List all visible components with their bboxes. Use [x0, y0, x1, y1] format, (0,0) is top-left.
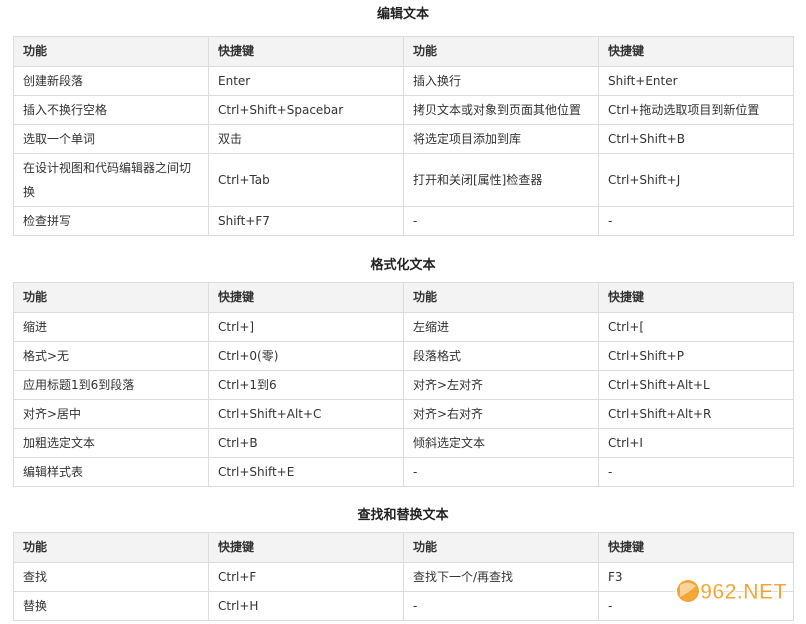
table-cell: Ctrl+Shift+Alt+R — [598, 399, 794, 429]
table-cell: - — [403, 457, 599, 487]
table-cell: 倾斜选定文本 — [403, 428, 599, 458]
table-cell: Ctrl+] — [208, 312, 404, 342]
table-cell: - — [598, 591, 794, 621]
header-shortcut: 快捷键 — [598, 282, 794, 313]
table-cell: 打开和关闭[属性]检查器 — [403, 153, 599, 207]
table-cell: 在设计视图和代码编辑器之间切换 — [13, 153, 209, 207]
table-cell: 对齐>右对齐 — [403, 399, 599, 429]
table-cell: 选取一个单词 — [13, 124, 209, 154]
table-cell: 段落格式 — [403, 341, 599, 371]
table-cell: Ctrl+[ — [598, 312, 794, 342]
table-cell: 创建新段落 — [13, 66, 209, 96]
table-cell: Enter — [208, 66, 404, 96]
table-cell: F3 — [598, 562, 794, 592]
section-title-format-text: 格式化文本 — [370, 258, 436, 273]
table-cell: - — [403, 591, 599, 621]
header-function: 功能 — [13, 282, 209, 313]
table-cell: Ctrl+Shift+P — [598, 341, 794, 371]
table-cell: 缩进 — [13, 312, 209, 342]
table-row: 应用标题1到6到段落 Ctrl+1到6 对齐>左对齐 Ctrl+Shift+Al… — [13, 370, 794, 400]
table-cell: Ctrl+Shift+B — [598, 124, 794, 154]
table-row: 格式>无 Ctrl+0(零) 段落格式 Ctrl+Shift+P — [13, 341, 794, 371]
table-cell: 应用标题1到6到段落 — [13, 370, 209, 400]
find-replace-table: 功能 快捷键 功能 快捷键 查找 Ctrl+F 查找下一个/再查找 F3 替换 … — [13, 532, 794, 621]
table-cell: 加粗选定文本 — [13, 428, 209, 458]
table-row: 选取一个单词 双击 将选定项目添加到库 Ctrl+Shift+B — [13, 124, 794, 154]
table-cell: 对齐>左对齐 — [403, 370, 599, 400]
table-row: 加粗选定文本 Ctrl+B 倾斜选定文本 Ctrl+I — [13, 428, 794, 458]
table-cell: Ctrl+Shift+E — [208, 457, 404, 487]
table-cell: Ctrl+B — [208, 428, 404, 458]
table-cell: Ctrl+Shift+Alt+L — [598, 370, 794, 400]
table-cell: - — [598, 206, 794, 236]
header-shortcut: 快捷键 — [208, 282, 404, 313]
section-title-find-replace: 查找和替换文本 — [357, 508, 449, 523]
table-cell: 双击 — [208, 124, 404, 154]
table-cell: - — [403, 206, 599, 236]
table-row: 缩进 Ctrl+] 左缩进 Ctrl+[ — [13, 312, 794, 342]
table-cell: Ctrl+F — [208, 562, 404, 592]
table-cell: 插入换行 — [403, 66, 599, 96]
table-header-row: 功能 快捷键 功能 快捷键 — [13, 282, 794, 313]
table-row: 查找 Ctrl+F 查找下一个/再查找 F3 — [13, 562, 794, 592]
table-cell: 拷贝文本或对象到页面其他位置 — [403, 95, 599, 125]
section-title-edit-text: 编辑文本 — [376, 7, 429, 22]
table-cell: 查找下一个/再查找 — [403, 562, 599, 592]
table-row: 创建新段落 Enter 插入换行 Shift+Enter — [13, 66, 794, 96]
table-header-row: 功能 快捷键 功能 快捷键 — [13, 36, 794, 67]
table-cell: - — [598, 457, 794, 487]
table-row: 检查拼写 Shift+F7 - - — [13, 206, 794, 236]
table-cell: Ctrl+H — [208, 591, 404, 621]
table-cell: Ctrl+拖动选取项目到新位置 — [598, 95, 794, 125]
table-cell: Ctrl+Shift+Spacebar — [208, 95, 404, 125]
table-cell: Ctrl+Shift+Alt+C — [208, 399, 404, 429]
format-text-table: 功能 快捷键 功能 快捷键 缩进 Ctrl+] 左缩进 Ctrl+[ 格式>无 … — [13, 282, 794, 487]
header-function: 功能 — [13, 532, 209, 563]
header-function: 功能 — [403, 532, 599, 563]
table-cell: Ctrl+0(零) — [208, 341, 404, 371]
table-cell: 左缩进 — [403, 312, 599, 342]
table-row: 替换 Ctrl+H - - — [13, 591, 794, 621]
header-shortcut: 快捷键 — [208, 532, 404, 563]
table-cell: 查找 — [13, 562, 209, 592]
table-row: 编辑样式表 Ctrl+Shift+E - - — [13, 457, 794, 487]
table-cell: 检查拼写 — [13, 206, 209, 236]
table-row: 在设计视图和代码编辑器之间切换 Ctrl+Tab 打开和关闭[属性]检查器 Ct… — [13, 153, 794, 207]
header-shortcut: 快捷键 — [208, 36, 404, 67]
table-cell: 格式>无 — [13, 341, 209, 371]
table-cell: Ctrl+1到6 — [208, 370, 404, 400]
table-cell: Shift+Enter — [598, 66, 794, 96]
header-function: 功能 — [403, 282, 599, 313]
table-row: 插入不换行空格 Ctrl+Shift+Spacebar 拷贝文本或对象到页面其他… — [13, 95, 794, 125]
table-header-row: 功能 快捷键 功能 快捷键 — [13, 532, 794, 563]
table-row: 对齐>居中 Ctrl+Shift+Alt+C 对齐>右对齐 Ctrl+Shift… — [13, 399, 794, 429]
edit-text-table: 功能 快捷键 功能 快捷键 创建新段落 Enter 插入换行 Shift+Ent… — [13, 36, 794, 236]
table-cell: Ctrl+I — [598, 428, 794, 458]
table-cell: Ctrl+Tab — [208, 153, 404, 207]
table-cell: 替换 — [13, 591, 209, 621]
header-shortcut: 快捷键 — [598, 532, 794, 563]
table-cell: 插入不换行空格 — [13, 95, 209, 125]
shortcut-document: 编辑文本 功能 快捷键 功能 快捷键 创建新段落 Enter 插入换行 Shif… — [13, 0, 794, 621]
header-shortcut: 快捷键 — [598, 36, 794, 67]
table-cell: Shift+F7 — [208, 206, 404, 236]
table-cell: Ctrl+Shift+J — [598, 153, 794, 207]
header-function: 功能 — [13, 36, 209, 67]
table-cell: 编辑样式表 — [13, 457, 209, 487]
table-cell: 将选定项目添加到库 — [403, 124, 599, 154]
header-function: 功能 — [403, 36, 599, 67]
table-cell: 对齐>居中 — [13, 399, 209, 429]
